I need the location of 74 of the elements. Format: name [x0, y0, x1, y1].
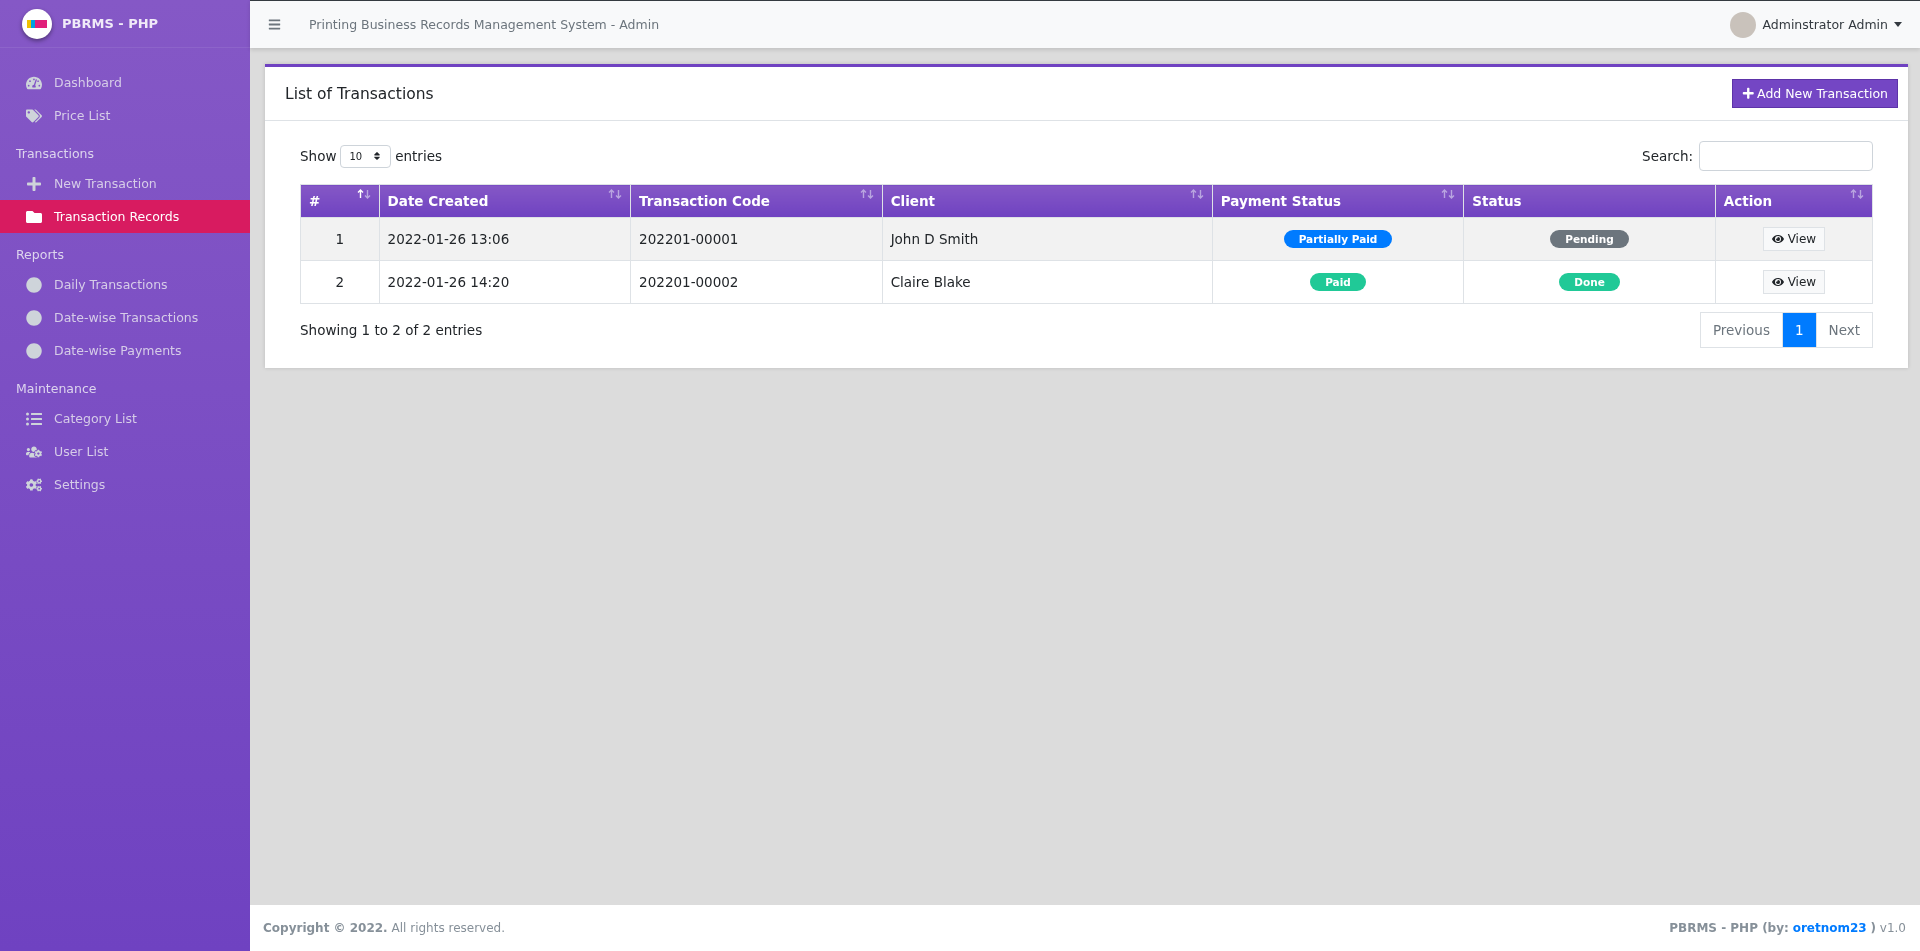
circle-icon: [24, 342, 44, 359]
sidebar-heading: Maintenance: [15, 380, 98, 398]
sort-arrows-icon: [356, 189, 371, 199]
tags-icon: [24, 107, 44, 124]
column-header[interactable]: Transaction Code: [630, 184, 883, 218]
sidebar-item[interactable]: Daily Transactions: [0, 268, 250, 301]
entries-label: entries: [395, 148, 442, 164]
sidebar-heading: Transactions: [15, 145, 96, 163]
view-button[interactable]: View: [1762, 270, 1826, 294]
column-header[interactable]: Payment Status: [1212, 184, 1464, 218]
gears-icon: [24, 476, 44, 493]
page-link[interactable]: Previous: [1699, 312, 1783, 348]
table-cell: 1: [300, 217, 380, 261]
folder-icon: [24, 208, 44, 225]
sidebar-item[interactable]: New Transaction: [0, 167, 250, 200]
column-header[interactable]: #: [300, 184, 380, 218]
search-field[interactable]: [1699, 141, 1873, 171]
list-icon: [24, 410, 44, 427]
table-cell: 202201-00002: [630, 260, 883, 304]
copyright-text: Copyright © 2022. All rights reserved.: [263, 921, 505, 935]
credit-text: PBRMS - PHP (by: oretnom23 ) v1.0: [1669, 921, 1906, 935]
table-cell: 202201-00001: [630, 217, 883, 261]
column-header[interactable]: Action: [1715, 184, 1873, 218]
sidebar-item[interactable]: Dashboard: [0, 66, 250, 99]
author-link[interactable]: oretnom23: [1792, 921, 1867, 935]
sidebar-heading: Reports: [15, 246, 65, 264]
plus-icon: [1741, 87, 1755, 100]
view-button[interactable]: View: [1762, 227, 1826, 251]
page-size-select[interactable]: 10: [340, 144, 392, 168]
table-info: Showing 1 to 2 of 2 entries: [300, 322, 483, 338]
avatar: [1730, 11, 1757, 38]
sidebar-item[interactable]: Price List: [0, 99, 250, 132]
column-header[interactable]: Status: [1463, 184, 1716, 218]
payment-badge: Partially Paid: [1283, 230, 1393, 248]
search-label: Search:: [1642, 148, 1693, 164]
sidebar-item[interactable]: Date-wise Transactions: [0, 301, 250, 334]
sidebar-item[interactable]: Date-wise Payments: [0, 334, 250, 367]
sort-arrows-icon: [1189, 189, 1204, 199]
circle-icon: [24, 309, 44, 326]
sidebar-item[interactable]: Transaction Records: [0, 200, 250, 233]
menu-icon[interactable]: [268, 18, 281, 31]
plus-icon: [24, 175, 44, 192]
add-button[interactable]: Add New Transaction: [1731, 79, 1898, 108]
logo: [22, 8, 52, 39]
sort-arrows-icon: [1441, 189, 1456, 199]
page-link[interactable]: Next: [1815, 312, 1873, 348]
sort-arrows-icon: [608, 189, 623, 199]
sidebar-item[interactable]: Category List: [0, 402, 250, 435]
user-menu[interactable]: Adminstrator Admin: [1730, 11, 1902, 38]
table-cell: 2: [300, 260, 380, 304]
payment-badge: Paid: [1310, 273, 1366, 291]
sort-arrows-icon: [859, 189, 874, 199]
show-label: Show: [300, 148, 337, 164]
app-title: Printing Business Records Management System - Admin: [309, 17, 661, 32]
table-cell: Claire Blake: [882, 260, 1213, 304]
gauge-icon: [24, 74, 44, 91]
page-link[interactable]: 1: [1781, 312, 1817, 348]
column-header[interactable]: Client: [882, 184, 1213, 218]
brand-title: PBRMS - PHP: [62, 16, 159, 31]
eye-icon: [1771, 276, 1784, 288]
sort-arrows-icon: [1850, 189, 1864, 199]
caret-icon: [1894, 22, 1902, 27]
card-title: List of Transactions: [285, 84, 434, 103]
circle-icon: [24, 276, 44, 293]
table-cell: 2022-01-26 14:20: [379, 260, 631, 304]
status-badge: Done: [1559, 273, 1620, 291]
table-cell: 2022-01-26 13:06: [379, 217, 631, 261]
column-header[interactable]: Date Created: [379, 184, 631, 218]
sidebar-item[interactable]: User List: [0, 435, 250, 468]
eye-icon: [1771, 233, 1784, 245]
sidebar-item[interactable]: Settings: [0, 468, 250, 501]
sort-icon: [372, 151, 383, 161]
table-cell: John D Smith: [882, 217, 1213, 261]
status-badge: Pending: [1550, 230, 1629, 248]
